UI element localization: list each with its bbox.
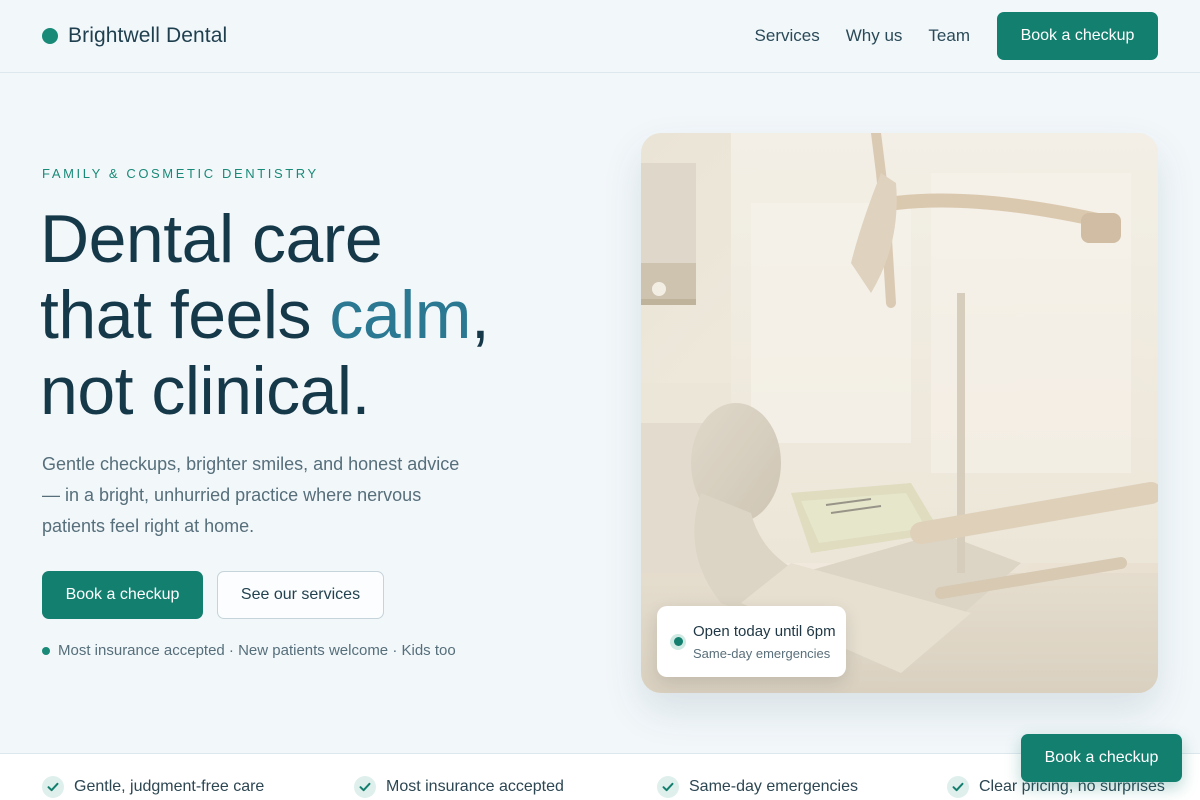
nav-link-services[interactable]: Services — [755, 26, 820, 46]
check-icon — [354, 776, 376, 798]
site-header: Brightwell Dental Services Why us Team B… — [0, 0, 1200, 73]
check-icon — [947, 776, 969, 798]
status-title: Open today until 6pm — [693, 622, 836, 640]
nav-link-team[interactable]: Team — [928, 26, 970, 46]
hero-image: Open today until 6pm Same-day emergencie… — [641, 133, 1158, 693]
headline-line-1: Dental care — [40, 201, 383, 277]
feature-label: Most insurance accepted — [386, 778, 564, 795]
trust-line: Most insurance accepted · New patients w… — [42, 642, 456, 659]
brand-dot-icon — [42, 28, 58, 44]
check-icon — [42, 776, 64, 798]
feature-item: Same-day emergencies — [657, 776, 858, 798]
feature-item: Most insurance accepted — [354, 776, 564, 798]
feature-label: Gentle, judgment-free care — [74, 778, 265, 795]
nav-link-why-us[interactable]: Why us — [846, 26, 903, 46]
check-icon — [657, 776, 679, 798]
status-text: Open today until 6pm Same-day emergencie… — [693, 623, 836, 661]
hero-headline: Dental care that feels calm, not clinica… — [40, 201, 600, 429]
open-hours-card: Open today until 6pm Same-day emergencie… — [657, 606, 846, 677]
brand-name: Brightwell Dental — [68, 24, 228, 47]
hero-book-checkup-button[interactable]: Book a checkup — [42, 571, 203, 619]
nav-book-checkup-button[interactable]: Book a checkup — [997, 12, 1158, 60]
headline-accent-word: calm — [329, 277, 471, 353]
main-nav: Services Why us Team Book a checkup — [755, 12, 1158, 60]
hero-eyebrow: FAMILY & COSMETIC DENTISTRY — [42, 166, 319, 181]
headline-line-2-pre: that feels — [40, 277, 330, 353]
trust-text: Most insurance accepted · New patients w… — [58, 642, 456, 659]
bullet-dot-icon — [42, 646, 50, 655]
status-subtitle: Same-day emergencies — [693, 645, 831, 661]
hero-actions: Book a checkup See our services — [42, 571, 384, 619]
see-services-button[interactable]: See our services — [217, 571, 384, 619]
floating-book-checkup-button[interactable]: Book a checkup — [1021, 734, 1182, 782]
headline-line-2-post: , — [470, 277, 490, 353]
feature-label: Same-day emergencies — [689, 778, 858, 795]
open-status-icon — [670, 633, 686, 650]
brand-logo[interactable]: Brightwell Dental — [42, 24, 227, 48]
features-strip: Gentle, judgment-free care Most insuranc… — [0, 753, 1200, 800]
hero-description: Gentle checkups, brighter smiles, and ho… — [42, 454, 460, 536]
headline-line-3: not clinical. — [40, 353, 370, 429]
feature-item: Gentle, judgment-free care — [42, 776, 264, 798]
